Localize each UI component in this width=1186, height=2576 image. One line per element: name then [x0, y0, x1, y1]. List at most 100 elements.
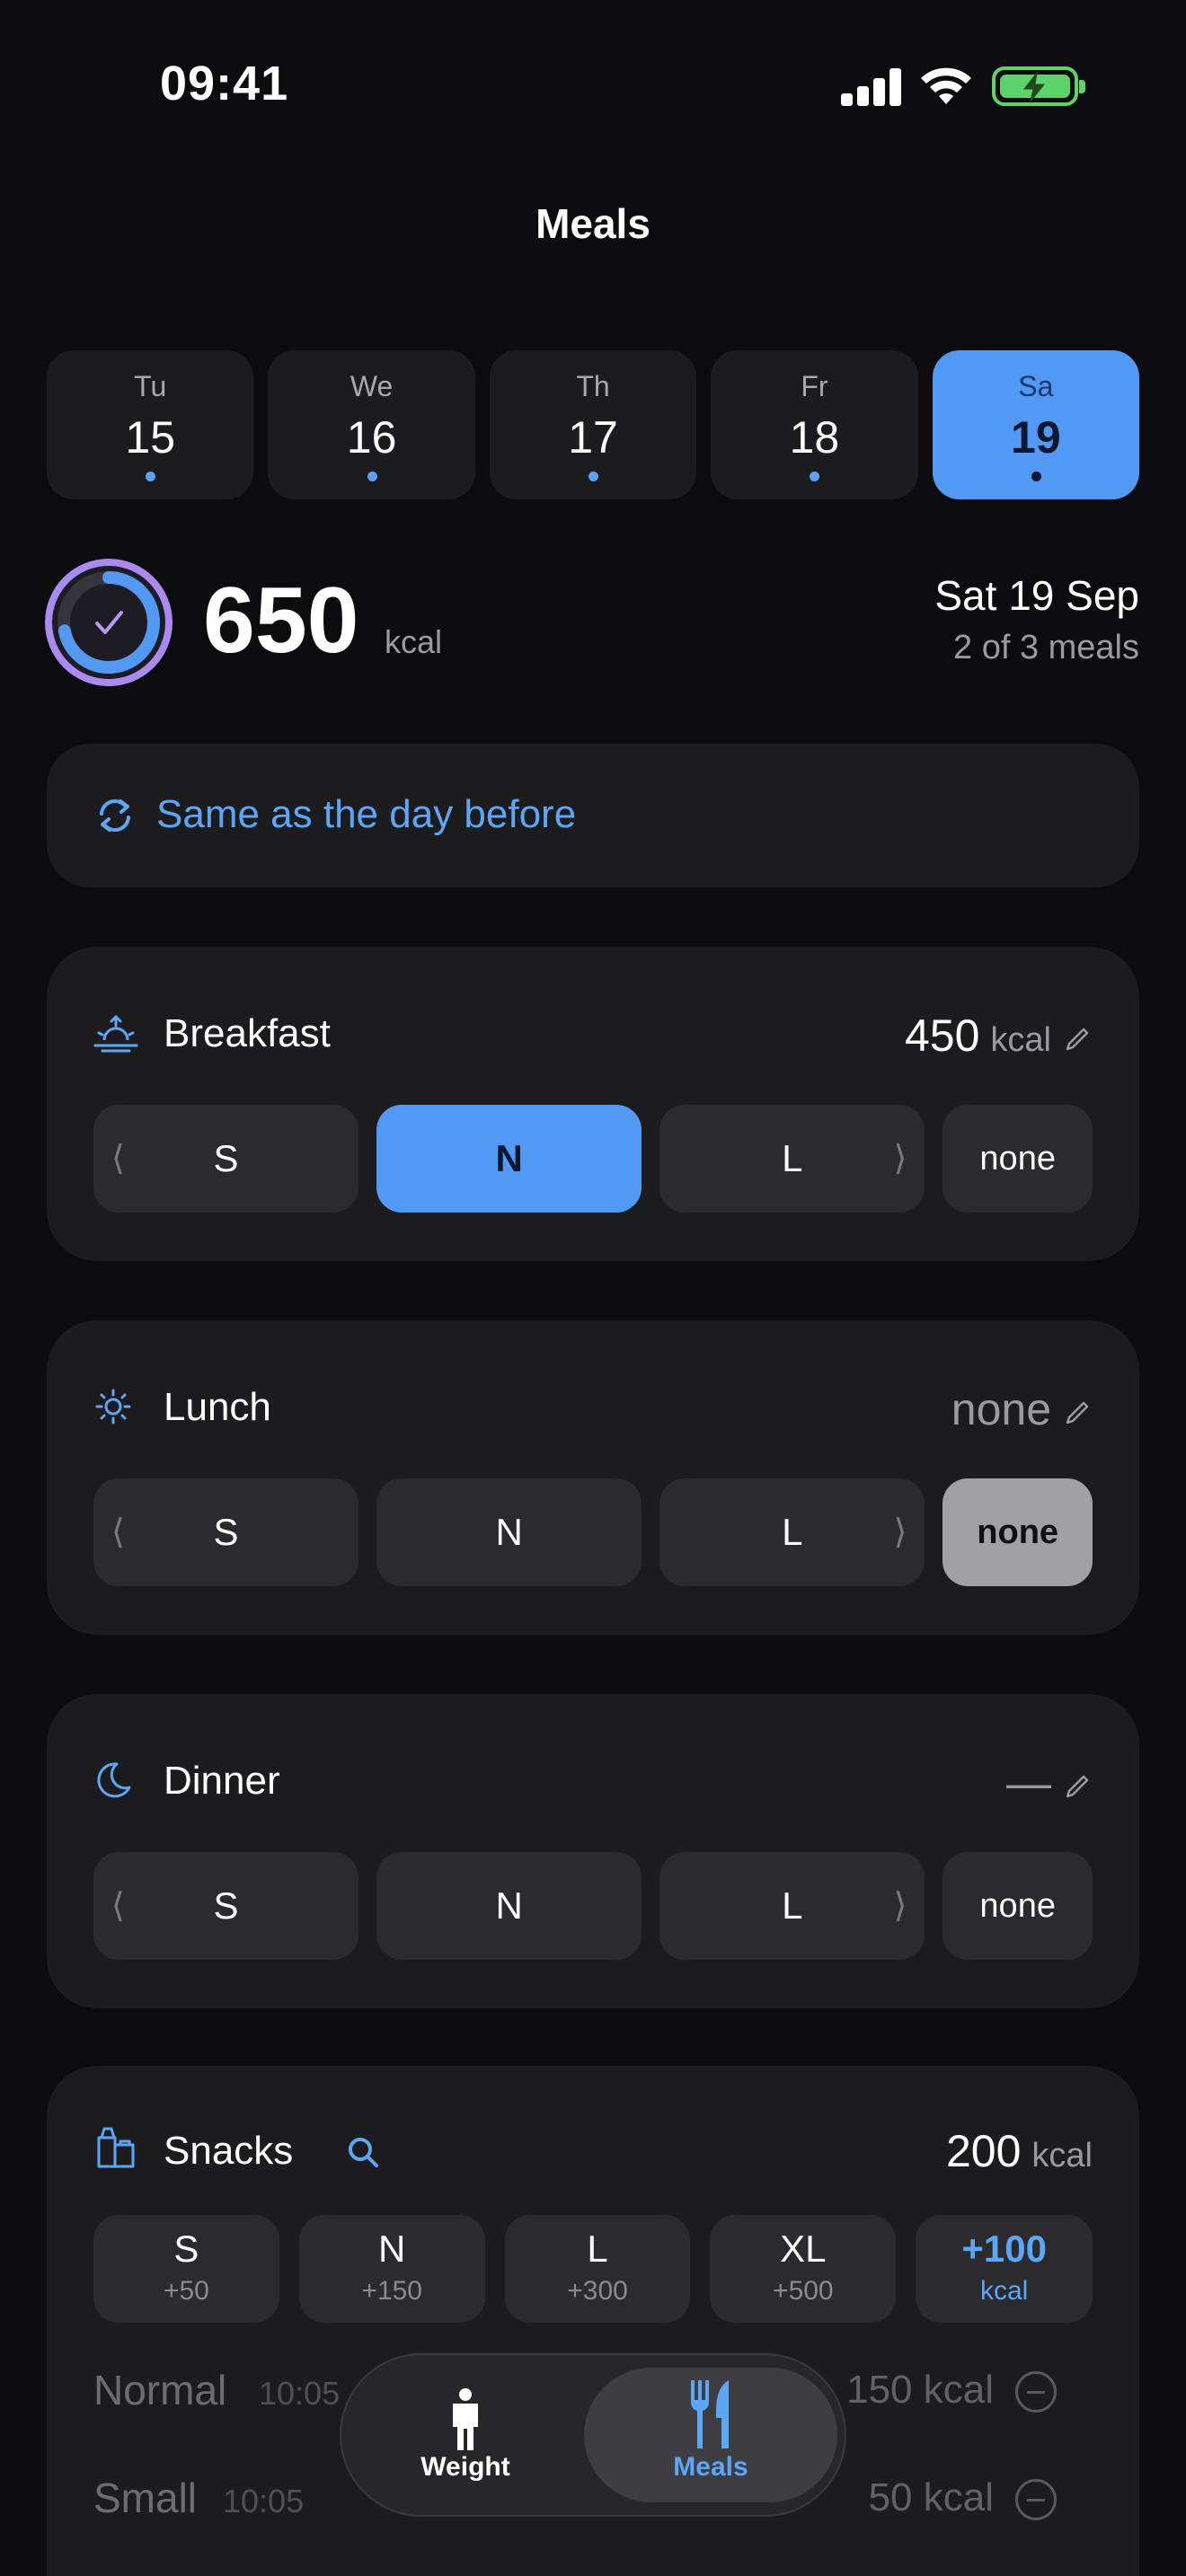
tab-label: Meals [673, 2452, 748, 2482]
breakfast-card: Breakfast 450 kcal ⟨ S N L ⟩ none [47, 947, 1139, 1261]
snack-chip-xl[interactable]: XL +500 [710, 2215, 897, 2323]
entry-name: Normal [93, 2367, 227, 2413]
chip-label: S [173, 2228, 199, 2270]
size-large-button[interactable]: L ⟩ [659, 1478, 925, 1586]
entry-time: 10:05 [223, 2483, 305, 2519]
wifi-icon [918, 63, 974, 108]
snack-chip-l[interactable]: L +300 [504, 2215, 691, 2323]
tab-bar: Weight Meals [340, 2353, 846, 2517]
size-label: none [977, 1513, 1059, 1551]
size-label: L [782, 1137, 803, 1179]
chip-kcal: kcal [979, 2276, 1029, 2306]
chip-kcal: +300 [567, 2276, 628, 2306]
size-label: N [495, 1511, 523, 1553]
logged-dot [810, 472, 820, 481]
size-label: none [979, 1140, 1056, 1178]
status-bar: 09:41 [0, 0, 1186, 171]
snack-bag-icon [97, 2127, 135, 2168]
size-label: S [213, 1511, 239, 1553]
chip-kcal: +150 [361, 2276, 422, 2306]
edit-pencil-icon[interactable] [1062, 1398, 1093, 1428]
logged-dot [1031, 472, 1041, 481]
search-icon[interactable] [345, 2134, 381, 2170]
meal-kcal-unit: kcal [990, 1021, 1051, 1059]
size-none-button[interactable]: none [943, 1478, 1093, 1586]
snacks-kcal-unit: kcal [1031, 2137, 1093, 2175]
day-name: Fr [801, 370, 828, 402]
page-title: Meals [535, 200, 651, 247]
chevron-right-icon: ⟩ [893, 1140, 907, 1178]
size-small-button[interactable]: ⟨ S [93, 1852, 359, 1960]
size-label: L [782, 1511, 803, 1553]
person-icon [453, 2388, 478, 2450]
day-name: Tu [134, 370, 167, 402]
snack-chip-n[interactable]: N +150 [298, 2215, 485, 2323]
meal-kcal: — [1006, 1758, 1051, 1808]
day-sa-19-selected[interactable]: Sa 19 [932, 350, 1140, 499]
size-label: N [495, 1137, 523, 1179]
size-label: none [979, 1887, 1056, 1925]
tab-label: Weight [420, 2452, 510, 2482]
size-label: N [495, 1884, 523, 1927]
sun-icon [95, 1389, 131, 1425]
logged-dot [146, 472, 156, 481]
snack-chip-s[interactable]: S +50 [93, 2215, 279, 2323]
size-none-button[interactable]: none [943, 1852, 1093, 1960]
meal-name: Lunch [164, 1385, 271, 1429]
entry-name: Small [93, 2475, 198, 2521]
day-we-16[interactable]: We 16 [268, 350, 475, 499]
day-number: 18 [789, 412, 840, 463]
tab-weight[interactable]: Weight [361, 2368, 570, 2502]
size-normal-button[interactable]: N [376, 1852, 642, 1960]
edit-pencil-icon[interactable] [1062, 1771, 1093, 1802]
same-as-label: Same as the day before [156, 792, 577, 836]
entry-time: 10:05 [259, 2375, 341, 2412]
size-label: S [213, 1884, 239, 1927]
size-large-button[interactable]: L ⟩ [659, 1105, 925, 1213]
size-label: S [213, 1137, 239, 1179]
size-normal-button[interactable]: N [376, 1478, 642, 1586]
day-name: Sa [1018, 370, 1054, 402]
remove-entry-icon[interactable] [1015, 2479, 1057, 2520]
daily-kcal-unit: kcal [385, 623, 443, 660]
size-label: L [782, 1884, 803, 1927]
size-none-button[interactable]: none [943, 1105, 1093, 1213]
size-small-button[interactable]: ⟨ S [93, 1478, 359, 1586]
remove-entry-icon[interactable] [1015, 2371, 1057, 2413]
selected-date: Sat 19 Sep [934, 572, 1139, 619]
tab-meals-active[interactable]: Meals [584, 2368, 837, 2502]
edit-pencil-icon[interactable] [1062, 1024, 1093, 1054]
day-number: 16 [346, 412, 397, 463]
battery-charging-icon [992, 66, 1085, 106]
day-selector: Tu 15 We 16 Th 17 Fr 18 Sa 19 [47, 350, 1140, 499]
size-normal-button[interactable]: N [376, 1105, 642, 1213]
day-name: We [350, 370, 394, 402]
daily-kcal-total: 650 [203, 569, 359, 673]
repeat-icon [100, 799, 130, 832]
meals-logged-count: 2 of 3 meals [953, 629, 1139, 666]
fork-knife-icon [691, 2380, 729, 2448]
moon-icon [97, 1762, 131, 1798]
chip-label: L [587, 2228, 608, 2270]
same-as-day-before-button[interactable]: Same as the day before [47, 744, 1139, 887]
entry-kcal: 150 kcal [846, 2368, 994, 2412]
chip-label: N [378, 2228, 406, 2270]
chip-kcal: +50 [163, 2276, 209, 2306]
day-number: 15 [125, 412, 176, 463]
meal-name: Dinner [164, 1759, 280, 1803]
lunch-card: Lunch none ⟨ S N L ⟩ none [47, 1320, 1139, 1635]
day-fr-18[interactable]: Fr 18 [711, 350, 918, 499]
day-tu-15[interactable]: Tu 15 [47, 350, 254, 499]
size-small-button[interactable]: ⟨ S [93, 1105, 359, 1213]
day-number: 19 [1011, 412, 1061, 463]
meal-kcal: 450 [904, 1010, 980, 1061]
chip-label: +100 [961, 2228, 1047, 2270]
size-large-button[interactable]: L ⟩ [659, 1852, 925, 1960]
progress-ring-icon [40, 553, 178, 692]
day-th-17[interactable]: Th 17 [489, 350, 697, 499]
sunrise-icon [93, 1014, 138, 1053]
cellular-signal-icon [841, 68, 902, 106]
snacks-kcal: 200 [945, 2126, 1022, 2176]
logged-dot [589, 472, 599, 481]
add-custom-kcal-button[interactable]: +100 kcal [916, 2215, 1093, 2323]
